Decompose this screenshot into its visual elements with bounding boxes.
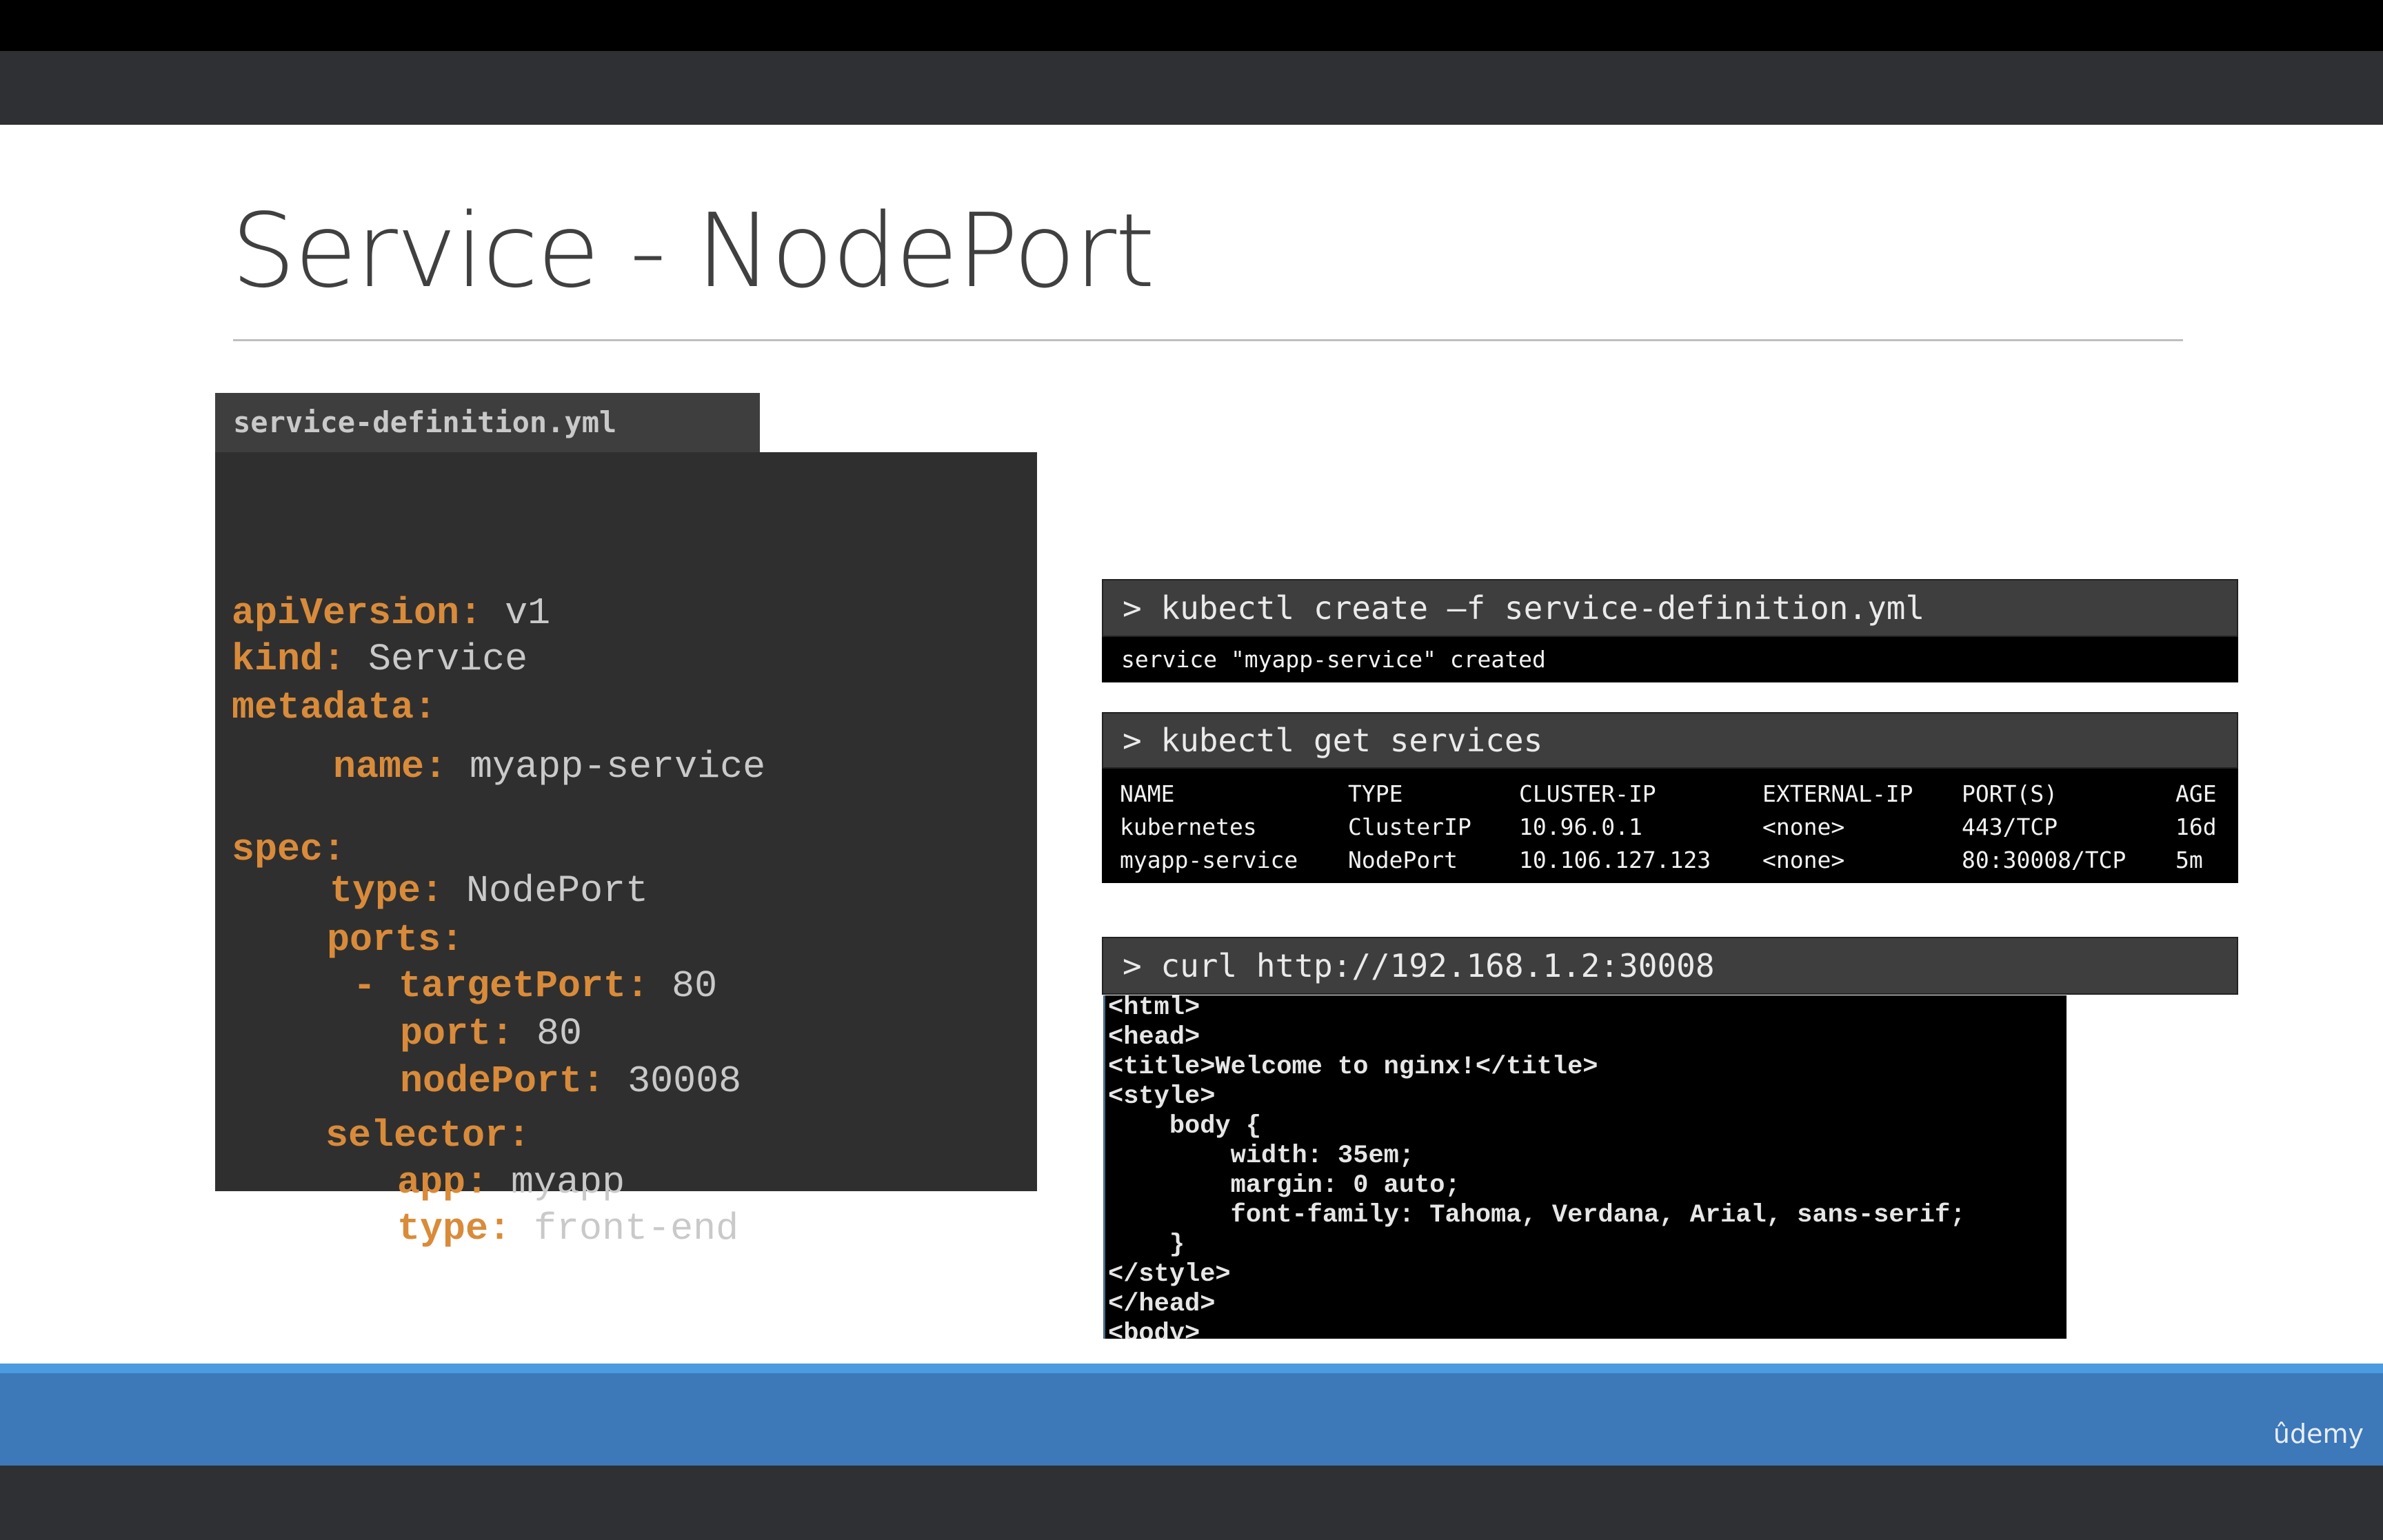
slide-title: Service - NodePort xyxy=(231,192,1155,310)
terminal-get-services-command: > kubectl get services xyxy=(1102,712,2238,769)
yaml-line: ports: xyxy=(327,921,463,959)
output-line: </style> xyxy=(1108,1260,1231,1289)
table-header-row: NAME TYPE CLUSTER-IP EXTERNAL-IP PORT(S)… xyxy=(1102,777,2224,810)
yaml-key: - targetPort: xyxy=(353,964,650,1008)
yaml-line: kind: Service xyxy=(232,640,527,678)
yaml-value: myapp-service xyxy=(470,745,766,789)
yaml-value: v1 xyxy=(505,591,551,635)
table-cell: kubernetes xyxy=(1120,813,1257,840)
table-cell: <none> xyxy=(1762,813,1845,840)
yaml-value: NodePort xyxy=(466,869,649,913)
table-cell: NodePort xyxy=(1348,846,1458,873)
table-row: kubernetes ClusterIP 10.96.0.1 <none> 44… xyxy=(1102,810,2224,843)
output-line: margin: 0 auto; xyxy=(1108,1171,1460,1200)
yaml-key: type: xyxy=(397,1207,512,1250)
yaml-value: Service xyxy=(368,638,528,681)
yaml-key: nodePort: xyxy=(400,1060,605,1103)
yaml-value: front-end xyxy=(534,1207,739,1250)
table-cell: 10.106.127.123 xyxy=(1519,846,1711,873)
table-header: PORT(S) xyxy=(1962,780,2058,807)
yaml-key: type: xyxy=(330,869,444,913)
terminal-curl-command: > curl http://192.168.1.2:30008 xyxy=(1102,937,2238,995)
table-header: NAME xyxy=(1120,780,1175,807)
yaml-value: 80 xyxy=(536,1012,583,1055)
table-header: TYPE xyxy=(1348,780,1403,807)
yaml-key: ports: xyxy=(327,918,464,962)
yaml-line: type: NodePort xyxy=(330,872,648,910)
yaml-filename-tab: service-definition.yml xyxy=(215,393,760,452)
table-header: EXTERNAL-IP xyxy=(1762,780,1913,807)
table-cell: 16d xyxy=(2175,813,2217,840)
output-line: } xyxy=(1108,1230,1185,1259)
video-bottom-bar xyxy=(0,1466,2383,1540)
yaml-key: selector: xyxy=(325,1114,531,1157)
yaml-line: port: 80 xyxy=(400,1015,582,1053)
output-line: </head> xyxy=(1108,1290,1216,1319)
output-line: font-family: Tahoma, Verdana, Arial, san… xyxy=(1108,1201,1966,1230)
yaml-line: nodePort: 30008 xyxy=(400,1062,741,1100)
yaml-line: selector: xyxy=(325,1117,530,1155)
table-cell: 443/TCP xyxy=(1962,813,2058,840)
yaml-value: myapp xyxy=(511,1161,625,1204)
video-top-bar xyxy=(0,51,2383,125)
yaml-line: metadata: xyxy=(232,689,436,727)
table-cell: 80:30008/TCP xyxy=(1962,846,2126,873)
yaml-key: port: xyxy=(400,1012,514,1055)
table-cell: 5m xyxy=(2175,846,2203,873)
title-divider xyxy=(233,339,2183,341)
output-line: body { xyxy=(1108,1112,1262,1141)
terminal-create-command: > kubectl create –f service-definition.y… xyxy=(1102,579,2238,637)
yaml-key: metadata: xyxy=(232,686,437,729)
table-header: AGE xyxy=(2175,780,2217,807)
table-cell: myapp-service xyxy=(1120,846,1298,873)
table-row: myapp-service NodePort 10.106.127.123 <n… xyxy=(1102,843,2224,876)
yaml-line: spec: xyxy=(232,831,345,869)
yaml-key: app: xyxy=(397,1161,489,1204)
output-line: <body> xyxy=(1108,1319,1200,1339)
yaml-key: name: xyxy=(333,745,448,789)
output-line: <style> xyxy=(1108,1082,1216,1111)
output-line: width: 35em; xyxy=(1108,1142,1415,1171)
yaml-key: apiVersion: xyxy=(232,591,483,635)
terminal-curl-output: <html> <head> <title>Welcome to nginx!</… xyxy=(1103,995,2067,1339)
yaml-line: app: myapp xyxy=(397,1164,625,1202)
table-cell: ClusterIP xyxy=(1348,813,1471,840)
yaml-value: 80 xyxy=(672,964,718,1008)
yaml-line: name: myapp-service xyxy=(333,748,765,786)
top-black-bar xyxy=(0,0,2383,51)
services-table: NAME TYPE CLUSTER-IP EXTERNAL-IP PORT(S)… xyxy=(1102,777,2224,876)
yaml-key: kind: xyxy=(232,638,346,681)
footer-accent-strip xyxy=(0,1364,2383,1373)
terminal-create-output: service "myapp-service" created xyxy=(1102,637,2238,682)
table-header: CLUSTER-IP xyxy=(1519,780,1656,807)
output-line: <html> xyxy=(1108,995,1200,1022)
yaml-value: 30008 xyxy=(627,1060,742,1103)
yaml-line: apiVersion: v1 xyxy=(232,594,550,632)
table-cell: 10.96.0.1 xyxy=(1519,813,1642,840)
output-line: <title>Welcome to nginx!</title> xyxy=(1108,1053,1598,1082)
yaml-key: spec: xyxy=(232,828,346,871)
output-line: <head> xyxy=(1108,1023,1200,1052)
slide-footer-bar xyxy=(0,1373,2383,1466)
udemy-logo: ûdemy xyxy=(2273,1419,2364,1449)
yaml-line: type: front-end xyxy=(397,1210,738,1248)
table-cell: <none> xyxy=(1762,846,1845,873)
yaml-line: - targetPort: 80 xyxy=(353,967,717,1005)
